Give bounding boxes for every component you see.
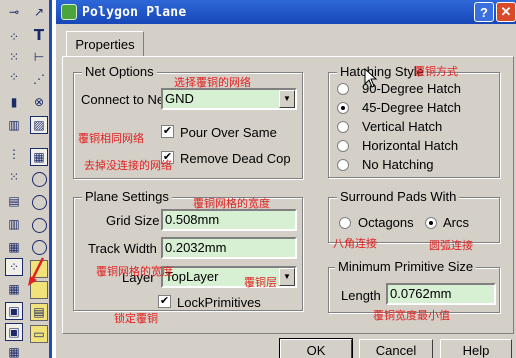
annotation-layer-panel: 覆铜网格的宽度 xyxy=(96,265,173,278)
chevron-down-icon[interactable]: ▼ xyxy=(279,268,295,286)
annotation-grid: 覆铜网格的宽度 xyxy=(193,197,270,210)
help-title-button[interactable]: ? xyxy=(474,2,494,22)
polygon-plane-dialog: Polygon Plane ? ✕ Properties Net Options… xyxy=(55,0,516,358)
tool-palette: ⊸ ↗ ⁘ T ⁙ ⊢ ⁘ ⋰ ▮ ⊗ ▥ ▨ ⋮ ▦ ⁙ ▤ ▥ ▦ ⁘ ▦ … xyxy=(0,0,52,358)
component-icon[interactable]: ▦ xyxy=(5,280,23,298)
component-icon[interactable]: ▥ xyxy=(5,215,23,233)
hatch-none-label: No Hatching xyxy=(362,157,434,172)
layer-value: TopLayer xyxy=(165,269,219,284)
circle-icon[interactable] xyxy=(32,240,47,255)
component-icon[interactable]: ▥ xyxy=(5,116,23,134)
component-icon[interactable]: ▤ xyxy=(5,192,23,210)
annotation-arcs: 圆弧连接 xyxy=(429,239,473,252)
annotation-pour-over: 覆铜相同网络 xyxy=(78,132,144,145)
annotation-octagons: 八角连接 xyxy=(333,237,377,250)
length-label: Length xyxy=(341,288,381,303)
mouse-cursor-icon xyxy=(364,68,378,88)
text-tool-icon[interactable]: T xyxy=(30,26,48,44)
arc-icon[interactable] xyxy=(32,218,47,233)
lock-primitives-checkbox[interactable]: ✔ xyxy=(158,295,171,308)
arcs-radio[interactable] xyxy=(425,217,437,229)
net-options-title: Net Options xyxy=(82,64,157,79)
annotation-hatch: 覆铜方式 xyxy=(414,65,458,78)
grid-dots-icon[interactable]: ⁙ xyxy=(5,48,23,66)
window-title: Polygon Plane xyxy=(82,4,187,20)
grid-dots-icon[interactable]: ⁘ xyxy=(5,28,23,46)
pad-icon[interactable]: ▦ xyxy=(30,148,48,166)
lock-primitives-label: LockPrimitives xyxy=(177,295,261,310)
via-icon[interactable]: ⊗ xyxy=(30,93,48,111)
hatch-horizontal-radio[interactable] xyxy=(337,140,349,152)
component-icon[interactable]: ▦ xyxy=(5,343,23,358)
checkmark-icon: ✔ xyxy=(159,295,170,307)
surround-pads-title: Surround Pads With xyxy=(337,189,460,204)
arcs-label: Arcs xyxy=(443,215,469,230)
grid-size-label: Grid Size xyxy=(106,213,160,228)
hatch-vertical-radio[interactable] xyxy=(337,121,349,133)
remove-dead-copper-label: Remove Dead Copper xyxy=(180,151,290,166)
annotation-remove-dead: 去掉没连接的网络 xyxy=(84,159,172,172)
keepout-icon[interactable]: ▭ xyxy=(30,325,48,343)
title-bar[interactable]: Polygon Plane ? ✕ xyxy=(56,0,516,24)
hatched-fill-icon[interactable]: ▨ xyxy=(30,116,48,134)
grid-size-input[interactable]: 0.508mm xyxy=(161,209,297,231)
connect-to-net-value: GND xyxy=(165,91,194,106)
ok-button[interactable]: OK xyxy=(279,338,353,358)
grid-dots-icon[interactable]: ⁘ xyxy=(5,68,23,86)
pin-icon[interactable]: ⊸ xyxy=(5,3,23,21)
split-plane-icon[interactable]: ▤ xyxy=(30,303,48,321)
app-icon xyxy=(61,4,77,20)
component-icon[interactable]: ▣ xyxy=(5,323,23,341)
octagons-radio[interactable] xyxy=(339,217,351,229)
component-icon[interactable]: ▦ xyxy=(5,238,23,256)
close-button[interactable]: ✕ xyxy=(496,2,516,22)
arc-icon[interactable] xyxy=(32,172,47,187)
chevron-down-icon[interactable]: ▼ xyxy=(279,90,295,108)
bar-chart-icon[interactable]: ▮ xyxy=(5,93,23,111)
hatch-90-radio[interactable] xyxy=(337,83,349,95)
annotation-lock: 锁定覆铜 xyxy=(114,312,158,325)
minimum-primitive-size-title: Minimum Primitive Size xyxy=(335,259,477,274)
component-icon[interactable]: ▣ xyxy=(5,302,23,320)
track-width-input[interactable]: 0.2032mm xyxy=(161,237,297,259)
annotation-connect-net: 选择覆铜的网络 xyxy=(174,76,251,89)
hatch-horizontal-label: Horizontal Hatch xyxy=(362,138,459,153)
hatch-45-radio[interactable] xyxy=(337,102,349,114)
grid-dots-icon[interactable]: ⁙ xyxy=(5,168,23,186)
track-width-label: Track Width xyxy=(88,241,157,256)
dimension-icon[interactable]: ⊢ xyxy=(30,48,48,66)
length-input[interactable]: 0.0762mm xyxy=(386,283,496,305)
arc-icon[interactable] xyxy=(32,195,47,210)
cancel-button[interactable]: Cancel xyxy=(359,339,433,358)
octagons-label: Octagons xyxy=(358,215,414,230)
connect-to-net-label: Connect to Net xyxy=(81,92,161,107)
checkmark-icon: ✔ xyxy=(162,125,173,137)
pour-over-label: Pour Over Same xyxy=(180,125,277,140)
connect-to-net-select[interactable]: GND ▼ xyxy=(161,88,297,110)
annotation-min-width: 覆铜宽度最小值 xyxy=(373,309,450,322)
component-icon[interactable]: ⋮ xyxy=(5,145,23,163)
hatch-vertical-label: Vertical Hatch xyxy=(362,119,443,134)
tab-properties[interactable]: Properties xyxy=(66,31,144,57)
line-tool-icon[interactable]: ⋰ xyxy=(30,70,48,88)
pointer-icon[interactable]: ↗ xyxy=(30,3,48,21)
annotation-arrow-icon xyxy=(28,257,45,286)
plane-settings-title: Plane Settings xyxy=(82,189,172,204)
grid-dots-icon[interactable]: ⁘ xyxy=(5,258,23,276)
help-button[interactable]: Help xyxy=(440,339,512,358)
pour-over-checkbox[interactable]: ✔ xyxy=(161,125,174,138)
hatch-45-label: 45-Degree Hatch xyxy=(362,100,461,115)
annotation-layer: 覆铜层 xyxy=(244,276,277,289)
hatch-none-radio[interactable] xyxy=(337,159,349,171)
